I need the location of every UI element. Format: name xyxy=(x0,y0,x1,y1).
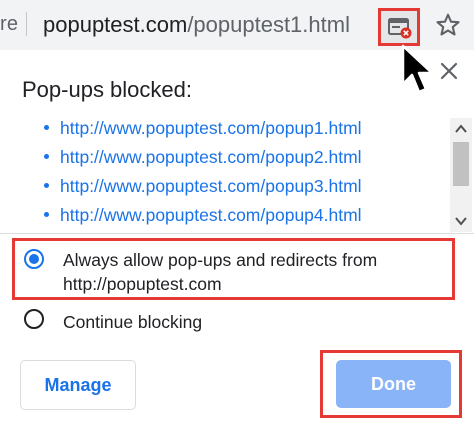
blocked-popups-list: http://www.popuptest.com/popup1.html htt… xyxy=(24,114,474,232)
bullet xyxy=(44,153,49,159)
link-text: http://www.popuptest.com/popup4.html xyxy=(60,205,362,225)
list-scrollbar[interactable] xyxy=(450,118,472,232)
popup-blocked-icon xyxy=(388,18,412,39)
divider xyxy=(0,233,474,234)
bullet xyxy=(44,182,49,188)
blocked-popup-link[interactable]: http://www.popuptest.com/popup2.html xyxy=(44,147,362,176)
close-icon[interactable] xyxy=(438,60,460,82)
blocked-popup-link[interactable]: http://www.popuptest.com/popup1.html xyxy=(44,118,362,147)
done-button[interactable]: Done xyxy=(336,360,451,408)
manage-button[interactable]: Manage xyxy=(20,360,136,410)
link-text: http://www.popuptest.com/popup1.html xyxy=(60,118,362,138)
omnibox-left-fragment: re xyxy=(0,13,19,35)
bubble-title: Pop-ups blocked: xyxy=(22,77,192,102)
blocked-popup-link[interactable]: http://www.popuptest.com/popup4.html xyxy=(44,205,362,232)
scroll-up-arrow-icon[interactable] xyxy=(455,124,467,134)
link-text: http://www.popuptest.com/popup3.html xyxy=(60,176,362,196)
url-path: /popuptest1.html xyxy=(187,12,350,37)
scroll-down-arrow-icon[interactable] xyxy=(455,216,467,226)
mouse-cursor-icon xyxy=(401,44,434,94)
allow-option-label[interactable]: Always allow pop-ups and redirects from … xyxy=(63,248,448,296)
link-text: http://www.popuptest.com/popup2.html xyxy=(60,147,362,167)
browser-window: re popuptest.com/popuptest1.html Pop-ups… xyxy=(0,0,474,432)
bullet xyxy=(44,124,49,130)
continue-blocking-label[interactable]: Continue blocking xyxy=(63,310,202,334)
omnibox: re popuptest.com/popuptest1.html xyxy=(0,0,474,50)
popup-blocked-button[interactable] xyxy=(378,8,420,46)
blocked-popup-link[interactable]: http://www.popuptest.com/popup3.html xyxy=(44,176,362,205)
star-icon[interactable] xyxy=(434,11,462,39)
url-domain: popuptest.com xyxy=(43,12,188,37)
scroll-thumb[interactable] xyxy=(453,142,469,186)
address-bar[interactable]: popuptest.com/popuptest1.html xyxy=(43,12,350,38)
omnibox-separator xyxy=(26,12,27,36)
allow-radio[interactable] xyxy=(24,249,44,269)
radio-dot xyxy=(29,254,39,264)
continue-blocking-radio[interactable] xyxy=(24,309,44,329)
bullet xyxy=(44,211,49,217)
